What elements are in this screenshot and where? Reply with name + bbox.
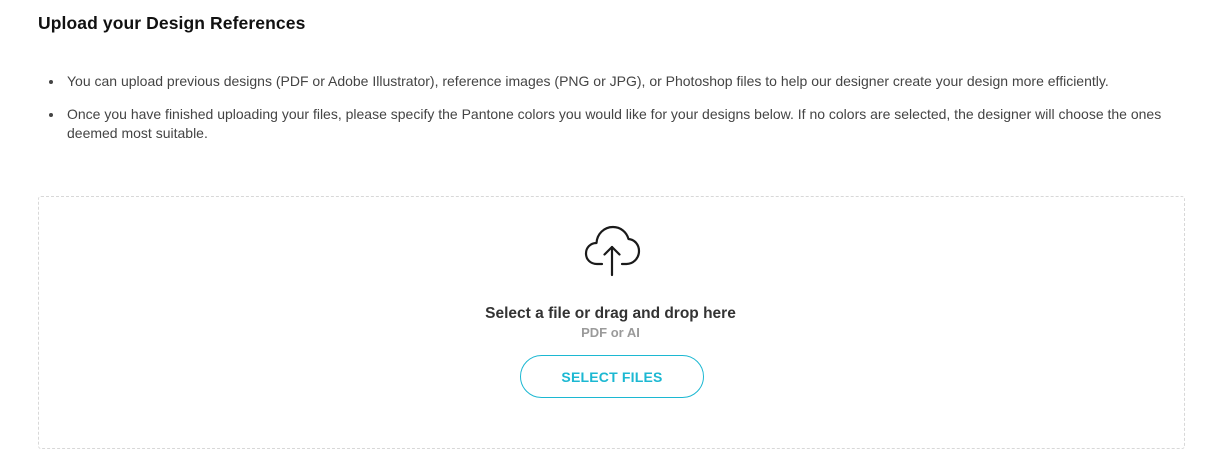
upload-section: Upload your Design References You can up… [0, 0, 1221, 471]
instruction-item: Once you have finished uploading your fi… [38, 105, 1188, 144]
cloud-upload-icon[interactable] [583, 224, 641, 278]
section-title: Upload your Design References [38, 13, 306, 33]
instructions-list: You can upload previous designs (PDF or … [38, 72, 1188, 157]
dropzone-subtitle: PDF or AI [581, 325, 640, 340]
instruction-item: You can upload previous designs (PDF or … [38, 72, 1188, 92]
select-files-button[interactable]: SELECT FILES [520, 355, 704, 398]
dropzone-title: Select a file or drag and drop here [485, 305, 736, 322]
